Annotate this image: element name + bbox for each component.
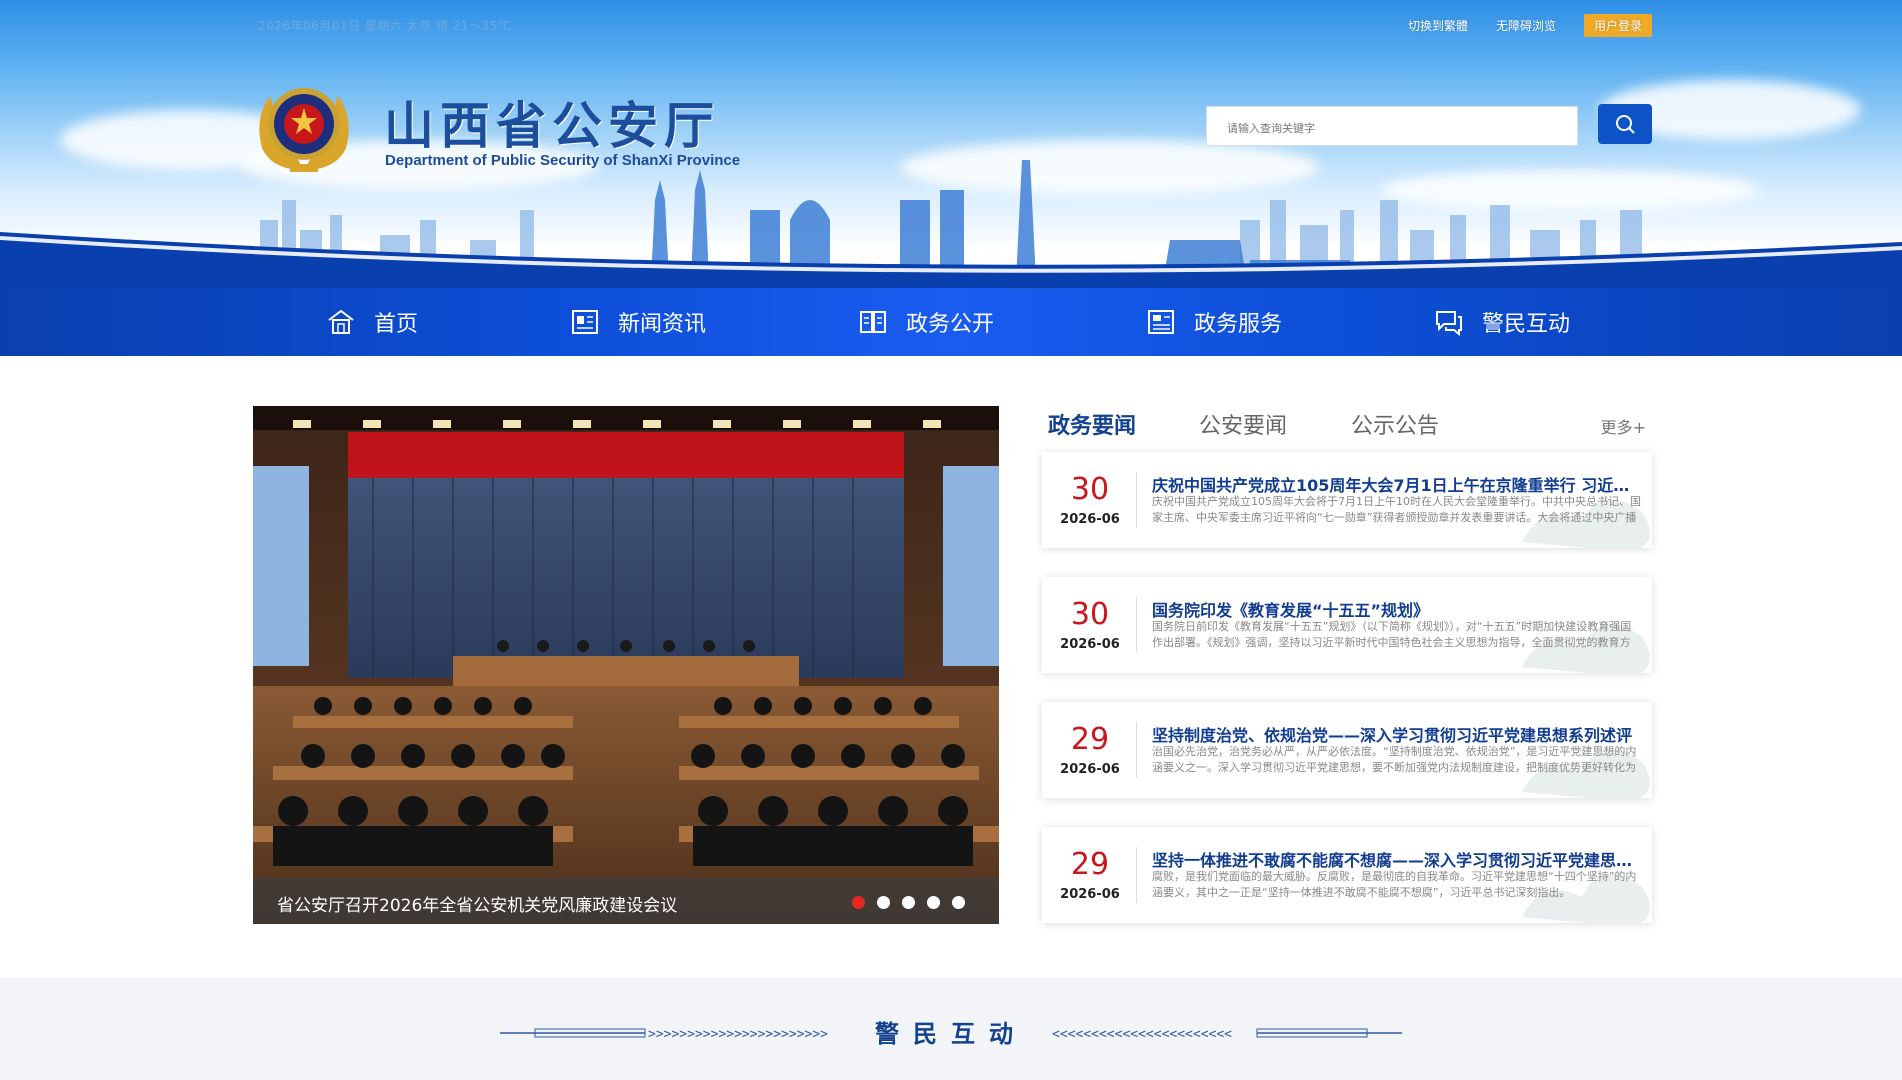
section-title: 警民互动 — [875, 1020, 1027, 1048]
svg-text:<<<<<<<<<<<<<<<<<<<<<<<: <<<<<<<<<<<<<<<<<<<<<<< — [1052, 1027, 1232, 1040]
home-icon — [328, 309, 354, 334]
nav-item-police-public[interactable]: 警民互动 — [1434, 288, 1570, 356]
news-carousel[interactable]: 省公安厅召开2026年全省公安机关党风廉政建设会议 — [253, 406, 999, 924]
more-link[interactable]: 更多+ — [1601, 414, 1646, 438]
news-summary: 腐败，是我们党面临的最大威胁。反腐败，是最彻底的自我革命。习近平党建思想“十四个… — [1152, 870, 1637, 899]
news-item[interactable]: 30 2026-06 庆祝中国共产党成立105周年大会7月1日上午在京隆重举行 … — [1042, 452, 1652, 548]
news-divider — [1136, 597, 1137, 653]
chat-icon — [1436, 311, 1462, 336]
news-year-month: 2026-06 — [1060, 762, 1120, 777]
search-input[interactable]: 请输入查询关键字 — [1206, 106, 1578, 146]
nav-item-news[interactable]: 新闻资讯 — [570, 288, 706, 356]
carousel-dot-3[interactable] — [902, 896, 915, 909]
book-icon — [860, 311, 886, 333]
tab-announcements[interactable]: 公示公告 — [1351, 408, 1439, 440]
news-year-month: 2026-06 — [1060, 512, 1120, 527]
search-icon — [1616, 115, 1635, 134]
site-title[interactable]: 山西省公安厅 — [384, 86, 720, 158]
news-day: 29 — [1070, 847, 1110, 882]
nav-item-label: 政务公开 — [906, 312, 995, 337]
conference-hall-photo — [253, 406, 999, 924]
carousel-dot-2[interactable] — [877, 896, 890, 909]
tab-government-news[interactable]: 政务要闻 — [1048, 408, 1136, 440]
news-day: 30 — [1070, 597, 1110, 632]
date-weather: 2026年06月01日 星期六 太原 晴 21～35℃ — [258, 17, 512, 34]
carousel-caption-bar: 省公安厅召开2026年全省公安机关党风廉政建设会议 — [253, 878, 999, 924]
news-item[interactable]: 29 2026-06 坚持一体推进不敢腐不能腐不想腐——深入学习贯彻习近平党建思… — [1042, 827, 1652, 923]
nav-item-label: 政务服务 — [1194, 312, 1283, 337]
news-title[interactable]: 国务院印发《教育发展“十五五”规划》 — [1152, 597, 1642, 621]
news-title[interactable]: 坚持一体推进不敢腐不能腐不想腐——深入学习贯彻习近平党建思想系列述评 — [1152, 847, 1642, 871]
carousel-dot-1[interactable] — [852, 896, 865, 909]
news-summary: 国务院日前印发《教育发展“十五五”规划》（以下简称《规划》），对“十五五”时期加… — [1152, 620, 1632, 649]
weather-text: 太原 晴 21～35℃ — [406, 19, 512, 33]
date-text: 2026年06月01日 星期六 — [258, 19, 403, 33]
news-tabs: 政务要闻 公安要闻 公示公告 更多+ — [1046, 406, 1652, 442]
service-icon — [1148, 310, 1174, 334]
carousel-dot-4[interactable] — [927, 896, 940, 909]
news-year-month: 2026-06 — [1060, 637, 1120, 652]
police-emblem-logo[interactable] — [252, 78, 356, 182]
news-day: 29 — [1070, 722, 1110, 757]
news-title[interactable]: 坚持制度治党、依规治党——深入学习贯彻习近平党建思想系列述评 — [1152, 722, 1642, 746]
nav-item-government-affairs[interactable]: 政务公开 — [858, 288, 994, 356]
news-summary: 庆祝中国共产党成立105周年大会将于7月1日上午10时在人民大会堂隆重举行。中共… — [1152, 495, 1641, 524]
nav-item-label: 警民互动 — [1482, 312, 1571, 337]
news-title[interactable]: 庆祝中国共产党成立105周年大会7月1日上午在京隆重举行 习近平发表重要讲话 — [1152, 472, 1642, 496]
site-subtitle: Department of Public Security of ShanXi … — [385, 152, 741, 169]
switch-traditional-link[interactable]: 切换到繁體 — [1408, 17, 1468, 34]
site-header: 2026年06月01日 星期六 太原 晴 21～35℃ 切换到繁體 无障碍浏览 … — [0, 0, 1902, 356]
search-button[interactable] — [1598, 104, 1652, 144]
carousel-caption[interactable]: 省公安厅召开2026年全省公安机关党风廉政建设会议 — [277, 891, 677, 916]
news-item[interactable]: 30 2026-06 国务院印发《教育发展“十五五”规划》 国务院日前印发《教育… — [1042, 577, 1652, 673]
nav-item-label: 新闻资讯 — [618, 312, 707, 337]
news-item[interactable]: 29 2026-06 坚持制度治党、依规治党——深入学习贯彻习近平党建思想系列述… — [1042, 702, 1652, 798]
login-button[interactable]: 用户登录 — [1583, 14, 1652, 37]
carousel-indicators — [852, 896, 965, 909]
interaction-section: >>>>>>>>>>>>>>>>>>>>>>> 警民互动 <<<<<<<<<<<… — [0, 978, 1902, 1080]
nav-item-label: 首页 — [374, 312, 419, 337]
news-day: 30 — [1070, 472, 1110, 507]
nav-item-home[interactable]: 首页 — [326, 288, 418, 356]
tab-police-news[interactable]: 公安要闻 — [1199, 408, 1287, 440]
newspaper-icon — [572, 310, 598, 334]
top-bar: 2026年06月01日 星期六 太原 晴 21～35℃ 切换到繁體 无障碍浏览 … — [0, 14, 1902, 37]
main-nav: 首页 新闻资讯 政务公开 政务服务 警民互动 — [0, 288, 1902, 356]
carousel-dot-5[interactable] — [952, 896, 965, 909]
news-divider — [1136, 847, 1137, 903]
news-year-month: 2026-06 — [1060, 887, 1120, 902]
accessibility-link[interactable]: 无障碍浏览 — [1496, 17, 1556, 34]
news-divider — [1136, 722, 1137, 778]
right-arrow-decoration: <<<<<<<<<<<<<<<<<<<<<<< — [1052, 1027, 1402, 1040]
news-divider — [1136, 472, 1137, 528]
news-summary: 治国必先治党，治党务必从严，从严必依法度。“坚持制度治党、依规治党”，是习近平党… — [1152, 745, 1637, 774]
nav-item-services[interactable]: 政务服务 — [1146, 288, 1282, 356]
